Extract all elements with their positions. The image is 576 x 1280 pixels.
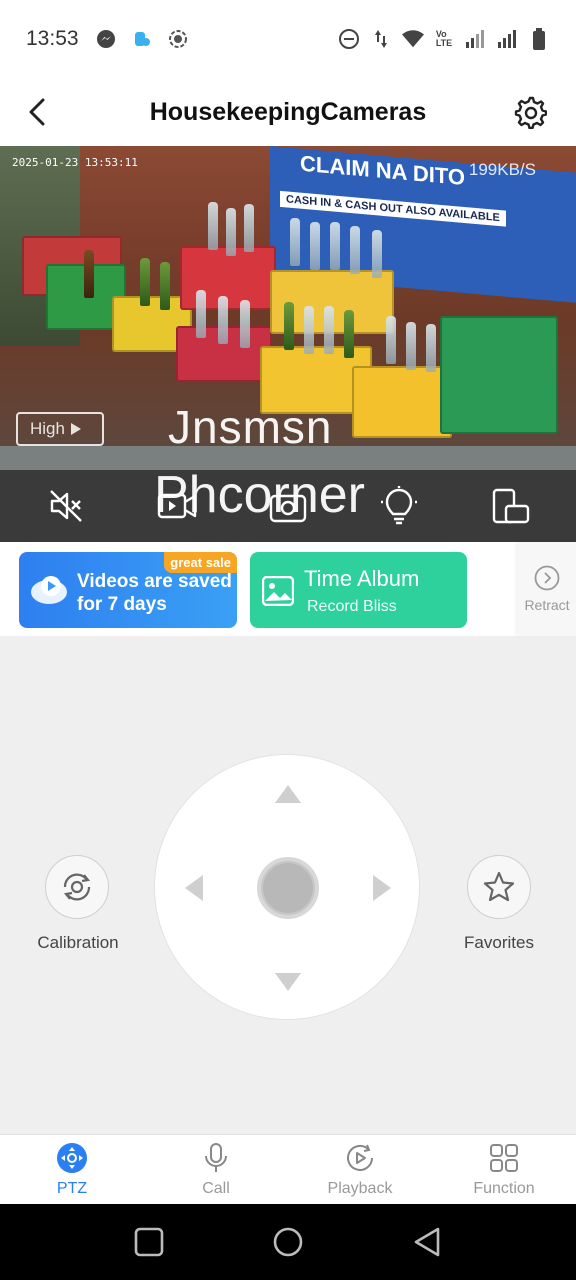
time-album-subtitle: Record Bliss bbox=[307, 598, 397, 615]
chevron-right-circle-icon bbox=[534, 565, 560, 591]
pan-down-arrow[interactable] bbox=[275, 973, 301, 991]
battery-icon bbox=[528, 28, 550, 50]
video-scene-crate bbox=[440, 316, 558, 434]
video-scene-crate bbox=[352, 366, 452, 438]
triangle-back-icon bbox=[414, 1227, 439, 1257]
signal-icon bbox=[464, 28, 486, 50]
banner-text: CLAIM NA DITO bbox=[300, 150, 465, 191]
tab-ptz[interactable]: PTZ bbox=[0, 1135, 144, 1204]
settings-button[interactable] bbox=[512, 94, 548, 130]
video-scene-bottle bbox=[344, 310, 354, 358]
retract-label: Retract bbox=[524, 597, 570, 613]
tab-call[interactable]: Call bbox=[144, 1135, 288, 1204]
image-icon bbox=[262, 576, 294, 606]
circle-icon bbox=[273, 1227, 303, 1257]
calibration-icon bbox=[63, 873, 91, 901]
calibration-button[interactable] bbox=[45, 855, 109, 919]
video-scene-bottle bbox=[160, 262, 170, 310]
screen-rotate-icon bbox=[493, 488, 530, 524]
video-scene-bottle bbox=[240, 300, 250, 348]
screen-record-icon bbox=[167, 28, 189, 50]
favorites-button[interactable] bbox=[467, 855, 531, 919]
play-triangle-icon bbox=[70, 423, 81, 435]
chevron-left-icon bbox=[29, 98, 45, 126]
video-scene-bottle bbox=[426, 324, 436, 372]
recents-button[interactable] bbox=[129, 1222, 169, 1262]
volte-icon: Vo LTE bbox=[435, 29, 453, 48]
video-scene-bottle bbox=[330, 222, 340, 270]
video-scene-bottle bbox=[226, 208, 236, 256]
video-scene-bottle bbox=[284, 302, 294, 350]
pan-left-arrow[interactable] bbox=[185, 875, 203, 901]
tab-call-label: Call bbox=[202, 1179, 230, 1197]
light-button[interactable] bbox=[377, 484, 421, 528]
light-bulb-icon bbox=[381, 486, 418, 525]
grid-icon bbox=[488, 1142, 520, 1174]
square-icon bbox=[135, 1227, 164, 1257]
cloud-play-icon bbox=[31, 576, 67, 604]
playback-icon bbox=[344, 1142, 376, 1174]
video-scene-bottle bbox=[140, 258, 150, 306]
joystick-knob[interactable] bbox=[257, 857, 319, 919]
speaker-muted-icon bbox=[49, 490, 82, 522]
time-album-title: Time Album bbox=[304, 566, 420, 591]
promo-strip: Videos are saved for 7 days great sale T… bbox=[0, 542, 576, 636]
pan-up-arrow[interactable] bbox=[275, 785, 301, 803]
status-time: 13:53 bbox=[26, 27, 79, 50]
video-bitrate: 199KB/S bbox=[468, 160, 536, 179]
rotate-screen-button[interactable] bbox=[488, 484, 532, 528]
video-scene-bottle bbox=[386, 316, 396, 364]
tab-playback-label: Playback bbox=[327, 1179, 393, 1197]
video-scene-bottle bbox=[84, 250, 94, 298]
pan-right-arrow[interactable] bbox=[373, 875, 391, 901]
video-scene-bottle bbox=[290, 218, 300, 266]
video-scene-bottle bbox=[324, 306, 334, 354]
back-nav-button[interactable] bbox=[407, 1222, 447, 1262]
time-album-promo[interactable]: Time Album Record Bliss bbox=[250, 552, 467, 628]
cloud-storage-promo[interactable]: Videos are saved for 7 days great sale bbox=[19, 552, 237, 628]
video-scene-bottle bbox=[304, 306, 314, 354]
microphone-icon bbox=[200, 1142, 232, 1174]
quality-label: High bbox=[30, 419, 65, 438]
signal-icon bbox=[496, 28, 518, 50]
video-scene-bottle bbox=[208, 202, 218, 250]
do-not-disturb-icon bbox=[338, 28, 360, 50]
wifi-icon bbox=[402, 28, 424, 50]
bottom-tab-bar: PTZ Call Playback Function bbox=[0, 1134, 576, 1204]
notification-app-icon bbox=[131, 28, 153, 50]
video-scene-bottle bbox=[218, 296, 228, 344]
mute-button[interactable] bbox=[44, 484, 88, 528]
retract-button[interactable]: Retract bbox=[518, 542, 576, 636]
watermark-line1: Jnsmsn bbox=[168, 401, 333, 453]
system-nav-bar bbox=[0, 1204, 576, 1280]
cloud-promo-label: Videos are saved for 7 days bbox=[77, 571, 232, 615]
ptz-icon bbox=[56, 1142, 88, 1174]
video-scene-bottle bbox=[310, 222, 320, 270]
messenger-icon bbox=[95, 28, 117, 50]
gear-icon bbox=[514, 96, 547, 129]
sale-badge: great sale bbox=[164, 552, 237, 573]
video-scene-bottle bbox=[196, 290, 206, 338]
back-button[interactable] bbox=[22, 96, 52, 128]
data-arrows-icon bbox=[370, 28, 392, 50]
ptz-joystick[interactable] bbox=[154, 754, 420, 1020]
tab-function-label: Function bbox=[473, 1179, 535, 1197]
video-scene-bottle bbox=[244, 204, 254, 252]
calibration-label: Calibration bbox=[37, 933, 119, 952]
video-scene-bottle bbox=[350, 226, 360, 274]
watermark-line2: Phcorner bbox=[154, 466, 365, 524]
favorites-label: Favorites bbox=[464, 933, 534, 952]
tab-playback[interactable]: Playback bbox=[288, 1135, 432, 1204]
video-scene-bottle bbox=[372, 230, 382, 278]
quality-toggle[interactable]: High bbox=[16, 412, 104, 446]
page-title: HousekeepingCameras bbox=[149, 97, 427, 126]
app-header: HousekeepingCameras bbox=[0, 78, 576, 146]
home-button[interactable] bbox=[268, 1222, 308, 1262]
status-bar: 13:53 Vo LTE bbox=[0, 0, 576, 78]
video-scene-bottle bbox=[406, 322, 416, 370]
tab-function[interactable]: Function bbox=[432, 1135, 576, 1204]
video-timestamp: 2025-01-23 13:53:11 bbox=[12, 156, 138, 169]
star-icon bbox=[483, 871, 515, 902]
tab-ptz-label: PTZ bbox=[56, 1179, 88, 1197]
